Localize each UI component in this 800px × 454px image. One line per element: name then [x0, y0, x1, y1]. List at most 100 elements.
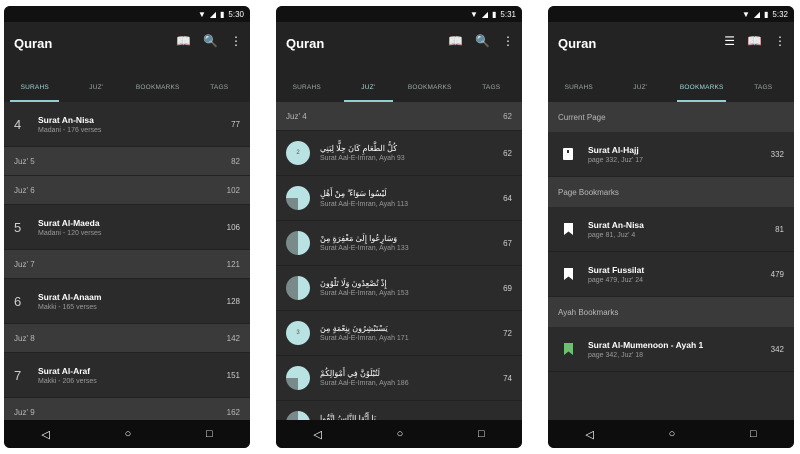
bookmark-row[interactable]: Surat Fussilat page 479, Juz' 24 479	[548, 252, 794, 297]
ayah-reference: Surat Aal-E-Imran, Ayah 93	[320, 155, 405, 162]
tab-bar: SURAHS JUZ' BOOKMARKS TAGS	[548, 72, 794, 103]
search-icon[interactable]: 🔍	[475, 34, 490, 48]
ayah-text: لَتُبْلَوُنَّ فِي أَمْوَالِكُمْ Surat Aal…	[320, 369, 503, 387]
tab-juz[interactable]: JUZ'	[338, 72, 400, 102]
page-number: 128	[226, 296, 240, 306]
juz-header[interactable]: Juz' 8 142	[4, 324, 250, 353]
home-icon[interactable]: ○	[669, 428, 676, 440]
back-icon[interactable]: ◁	[41, 428, 49, 441]
tab-bar: SURAHS JUZ' BOOKMARKS TAGS	[276, 72, 522, 103]
more-icon[interactable]: ⋮	[774, 34, 786, 48]
sort-icon[interactable]: ☰	[724, 34, 735, 48]
juz-header[interactable]: Juz' 7 121	[4, 250, 250, 279]
page-number: 162	[226, 407, 240, 417]
juz-header[interactable]: Juz' 6 102	[4, 176, 250, 205]
tab-tags[interactable]: TAGS	[189, 72, 251, 102]
surah-number: 6	[14, 293, 22, 309]
recents-icon[interactable]: □	[478, 428, 485, 440]
surah-number: 4	[14, 116, 22, 132]
juz-header[interactable]: Juz' 5 82	[4, 147, 250, 176]
juz-quarter-icon: 2	[286, 141, 310, 165]
surah-row[interactable]: 7 Surat Al-Araf Makki - 206 verses 151	[4, 353, 250, 398]
page-number: 72	[503, 328, 512, 338]
tab-juz[interactable]: JUZ'	[66, 72, 128, 102]
ayah-reference: Surat Aal-E-Imran, Ayah 133	[320, 245, 409, 252]
phone-bookmarks: ▼ ◢ ▮ 5:32 Quran ☰ 📖 ⋮ SURAHS JUZ' BOOKM…	[548, 6, 794, 448]
page-number: 77	[231, 119, 240, 129]
ayah-reference: Surat Aal-E-Imran, Ayah 171	[320, 335, 409, 342]
tab-surahs[interactable]: SURAHS	[4, 72, 66, 102]
tab-bookmarks[interactable]: BOOKMARKS	[127, 72, 189, 102]
more-icon[interactable]: ⋮	[230, 34, 242, 48]
bookmark-icon	[562, 342, 574, 356]
page-number: 69	[503, 283, 512, 293]
ayah-arabic: إِذْ تُصْعِدُونَ وَلَا تَلْوُونَ	[320, 279, 387, 288]
home-icon[interactable]: ○	[397, 428, 404, 440]
status-bar: ▼ ◢ ▮ 5:31	[276, 6, 522, 22]
tab-bookmarks[interactable]: BOOKMARKS	[671, 72, 733, 102]
book-icon[interactable]: 📖	[176, 34, 191, 48]
tab-tags[interactable]: TAGS	[733, 72, 795, 102]
current-page-row[interactable]: Surat Al-Hajj page 332, Juz' 17 332	[548, 132, 794, 177]
app-bar: Quran 📖 🔍 ⋮	[276, 22, 522, 72]
battery-icon: ▮	[764, 9, 769, 19]
ayah-bookmarks-header: Ayah Bookmarks	[548, 297, 794, 327]
surah-row[interactable]: 5 Surat Al-Maeda Madani - 120 verses 106	[4, 205, 250, 250]
recents-icon[interactable]: □	[750, 428, 757, 440]
juz-label: Juz' 7	[14, 259, 35, 269]
juz-list: Juz' 4 62 2 كُلُّ الطَّعَامِ كَانَ حِلًّا…	[276, 102, 522, 420]
page-number: 142	[226, 333, 240, 343]
back-icon[interactable]: ◁	[313, 428, 321, 441]
bookmark-text: Surat Fussilat page 479, Juz' 24	[588, 265, 771, 284]
ayah-row[interactable]: يَا أَيُّهَا النَّاسُ اتَّقُواSurat An-N…	[276, 401, 522, 420]
surah-meta: Makki - 165 verses	[38, 303, 97, 311]
surah-row[interactable]: 6 Surat Al-Anaam Makki - 165 verses 128	[4, 279, 250, 324]
tab-surahs[interactable]: SURAHS	[276, 72, 338, 102]
juz-header[interactable]: Juz' 9 162	[4, 398, 250, 420]
signal-icon: ◢	[209, 9, 217, 19]
surah-row[interactable]: 4 Surat An-Nisa Madani - 176 verses 77	[4, 102, 250, 147]
bookmark-row[interactable]: Surat Al-Mumenoon - Ayah 1 page 342, Juz'…	[548, 327, 794, 372]
ayah-row[interactable]: 3 يَسْتَبْشِرُونَ بِنِعْمَةٍ مِنَ Surat Aa…	[276, 311, 522, 356]
status-time: 5:32	[772, 9, 788, 19]
bookmark-text: Surat Al-Mumenoon - Ayah 1 page 342, Juz'…	[588, 340, 771, 359]
back-icon[interactable]: ◁	[585, 428, 593, 441]
page-number: 151	[226, 370, 240, 380]
ayah-row[interactable]: إِذْ تُصْعِدُونَ وَلَا تَلْوُونَ Surat Aa…	[276, 266, 522, 311]
surah-text: Surat Al-Araf Makki - 206 verses	[38, 366, 227, 385]
ayah-row[interactable]: لَتُبْلَوُنَّ فِي أَمْوَالِكُمْ Surat Aal…	[276, 356, 522, 401]
bookmark-sub: page 332, Juz' 17	[588, 156, 644, 164]
ayah-reference: Surat Aal-E-Imran, Ayah 186	[320, 380, 409, 387]
surah-list: 4 Surat An-Nisa Madani - 176 verses 77 Juz' …	[4, 102, 250, 420]
page-number: 64	[503, 193, 512, 203]
ayah-arabic: وَسَارِعُوا إِلَىٰ مَغْفِرَةٍ مِنْ	[320, 234, 398, 243]
wifi-icon: ▼	[469, 9, 478, 19]
ayah-text: كُلُّ الطَّعَامِ كَانَ حِلًّا لِبَنِي Sur…	[320, 144, 503, 162]
book-icon[interactable]: 📖	[448, 34, 463, 48]
juz-header[interactable]: Juz' 4 62	[276, 102, 522, 131]
bookmark-sub: page 479, Juz' 24	[588, 276, 644, 284]
ayah-arabic: لَيْسُوا سَوَاءً ۗ مِنْ أَهْلِ	[320, 188, 387, 198]
search-icon[interactable]: 🔍	[203, 34, 218, 48]
tab-tags[interactable]: TAGS	[461, 72, 523, 102]
recents-icon[interactable]: □	[206, 428, 213, 440]
ayah-arabic: كُلُّ الطَّعَامِ كَانَ حِلًّا لِبَنِي	[320, 144, 398, 153]
tab-bookmarks[interactable]: BOOKMARKS	[399, 72, 461, 102]
app-title: Quran	[558, 36, 597, 51]
bookmark-row[interactable]: Surat An-Nisa page 81, Juz' 4 81	[548, 207, 794, 252]
page-icon	[562, 147, 574, 161]
ayah-row[interactable]: لَيْسُوا سَوَاءً ۗ مِنْ أَهْلِ Surat Aal-…	[276, 176, 522, 221]
surah-number: 5	[14, 219, 22, 235]
ayah-row[interactable]: وَسَارِعُوا إِلَىٰ مَغْفِرَةٍ مِنْ Surat …	[276, 221, 522, 266]
ayah-row[interactable]: 2 كُلُّ الطَّعَامِ كَانَ حِلًّا لِبَنِي Su…	[276, 131, 522, 176]
more-icon[interactable]: ⋮	[502, 34, 514, 48]
surah-meta: Makki - 206 verses	[38, 377, 97, 385]
tab-bar: SURAHS JUZ' BOOKMARKS TAGS	[4, 72, 250, 103]
juz-quarter-icon	[286, 186, 310, 210]
home-icon[interactable]: ○	[125, 428, 132, 440]
surah-text: Surat Al-Anaam Makki - 165 verses	[38, 292, 227, 311]
book-icon[interactable]: 📖	[747, 34, 762, 48]
tab-surahs[interactable]: SURAHS	[548, 72, 610, 102]
tab-juz[interactable]: JUZ'	[610, 72, 672, 102]
page-bookmarks-header: Page Bookmarks	[548, 177, 794, 207]
